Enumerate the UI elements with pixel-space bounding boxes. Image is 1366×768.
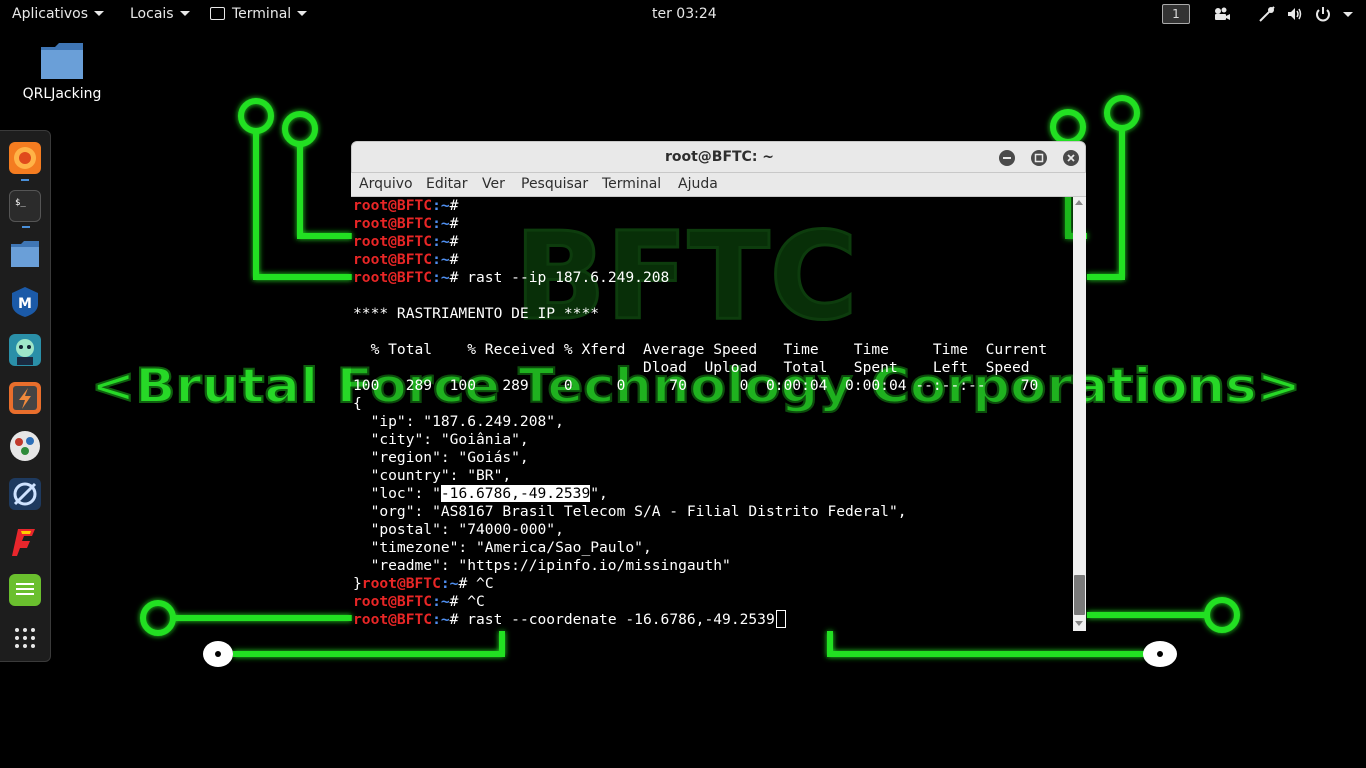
applications-label: Aplicativos	[12, 6, 89, 22]
desktop-folder-qrljacking[interactable]: QRLJacking	[10, 38, 114, 108]
json-line: "timezone": "America/Sao_Paulo",	[353, 539, 652, 556]
minimize-button[interactable]	[999, 150, 1015, 166]
minimize-icon	[1003, 157, 1011, 159]
app-grid-icon[interactable]	[9, 622, 41, 654]
window-title: root@BFTC: ~	[664, 149, 775, 165]
scrollbar-thumb[interactable]	[1074, 575, 1085, 615]
terminal-command-line: root@BFTC:~# rast --coordenate -16.6786,…	[353, 610, 786, 629]
network-icon[interactable]	[1257, 4, 1277, 24]
armitage-icon[interactable]	[9, 334, 41, 366]
menu-arquivo[interactable]: Arquivo	[359, 173, 413, 196]
selected-text: -16.6786,-49.2539	[440, 485, 591, 502]
running-indicator	[21, 179, 29, 181]
json-line: {	[353, 395, 362, 412]
maximize-button[interactable]	[1031, 150, 1047, 166]
firefox-icon[interactable]	[9, 142, 41, 181]
metasploit-icon[interactable]: M	[9, 286, 41, 318]
close-button[interactable]	[1063, 150, 1079, 166]
curl-header: % Total % Received % Xferd Average Speed…	[353, 341, 1048, 358]
fern-icon[interactable]	[9, 526, 41, 558]
terminal-app-label: Terminal	[232, 6, 292, 22]
menu-pesquisar[interactable]: Pesquisar	[521, 173, 588, 196]
terminal-output[interactable]: root@BFTC:~# root@BFTC:~# root@BFTC:~# r…	[351, 197, 1073, 631]
faraday-icon[interactable]	[9, 478, 41, 510]
json-line: "region": "Goiás",	[353, 449, 529, 466]
svg-text:$_: $_	[15, 198, 26, 208]
dock: $_ M	[0, 130, 51, 662]
places-menu[interactable]: Locais	[130, 0, 190, 28]
json-line: "postal": "74000-000",	[353, 521, 564, 538]
json-line: "readme": "https://ipinfo.io/missingauth…	[353, 557, 731, 574]
chevron-down-icon	[94, 10, 105, 16]
desktop-icon-label: QRLJacking	[22, 86, 102, 102]
maltego-icon[interactable]	[9, 430, 41, 462]
svg-text:M: M	[18, 296, 32, 312]
terminal-icon	[210, 6, 225, 20]
burpsuite-icon[interactable]	[9, 382, 41, 414]
chevron-down-icon	[179, 10, 190, 16]
menu-terminal[interactable]: Terminal	[602, 173, 661, 196]
terminal-app-menu[interactable]: Terminal	[210, 0, 308, 28]
scrollbar[interactable]	[1073, 197, 1086, 631]
chevron-down-icon[interactable]	[1343, 12, 1353, 17]
terminal-line: root@BFTC:~# ^C	[353, 593, 485, 610]
workspace-indicator[interactable]: 1	[1162, 4, 1190, 24]
terminal-line: root@BFTC:~#	[353, 215, 468, 232]
window-menubar: Arquivo Editar Ver Pesquisar Terminal Aj…	[351, 173, 1086, 197]
places-label: Locais	[130, 6, 174, 22]
terminal-line: root@BFTC:~#	[353, 251, 468, 268]
curl-progress: 100 289 100 289 0 0 70 0 0:00:04 0:00:04…	[353, 377, 1039, 394]
json-line: "country": "BR",	[353, 467, 512, 484]
json-line: "ip": "187.6.249.208",	[353, 413, 564, 430]
json-line: "loc": "-16.6786,-49.2539",	[353, 485, 608, 502]
text-cursor	[775, 610, 786, 628]
terminal-line: }root@BFTC:~# ^C	[353, 575, 494, 592]
top-panel: Aplicativos Locais Terminal ter 03:24 1	[0, 0, 1366, 28]
curl-header: Dload Upload Total Spent Left Speed	[353, 359, 1030, 376]
clock[interactable]: ter 03:24	[652, 0, 717, 28]
terminal-command-line: root@BFTC:~# rast --ip 187.6.249.208	[353, 269, 670, 286]
menu-ver[interactable]: Ver	[482, 173, 505, 196]
terminal-line: root@BFTC:~#	[353, 197, 468, 214]
running-indicator	[22, 226, 30, 228]
scroll-down-icon[interactable]	[1075, 621, 1083, 626]
scroll-up-icon[interactable]	[1075, 200, 1083, 205]
menu-editar[interactable]: Editar	[426, 173, 467, 196]
json-line: "org": "AS8167 Brasil Telecom S/A - Fili…	[353, 503, 907, 520]
menu-ajuda[interactable]: Ajuda	[678, 173, 718, 196]
notes-icon[interactable]	[9, 574, 41, 606]
power-icon[interactable]	[1313, 4, 1333, 24]
terminal-line: root@BFTC:~#	[353, 233, 468, 250]
video-camera-icon[interactable]	[1212, 4, 1232, 24]
maximize-icon	[1034, 153, 1044, 163]
terminal-window: root@BFTC: ~ Arquivo Editar Ver Pesquisa…	[351, 141, 1086, 631]
folder-icon	[41, 43, 83, 79]
chevron-down-icon	[297, 10, 308, 16]
applications-menu[interactable]: Aplicativos	[12, 0, 105, 28]
files-icon[interactable]	[9, 238, 41, 270]
terminal-icon[interactable]: $_	[9, 190, 41, 228]
volume-icon[interactable]	[1285, 4, 1305, 24]
close-icon	[1067, 154, 1075, 162]
window-titlebar[interactable]: root@BFTC: ~	[351, 141, 1086, 173]
terminal-banner: **** RASTRIAMENTO DE IP ****	[353, 305, 600, 322]
json-line: "city": "Goiânia",	[353, 431, 529, 448]
